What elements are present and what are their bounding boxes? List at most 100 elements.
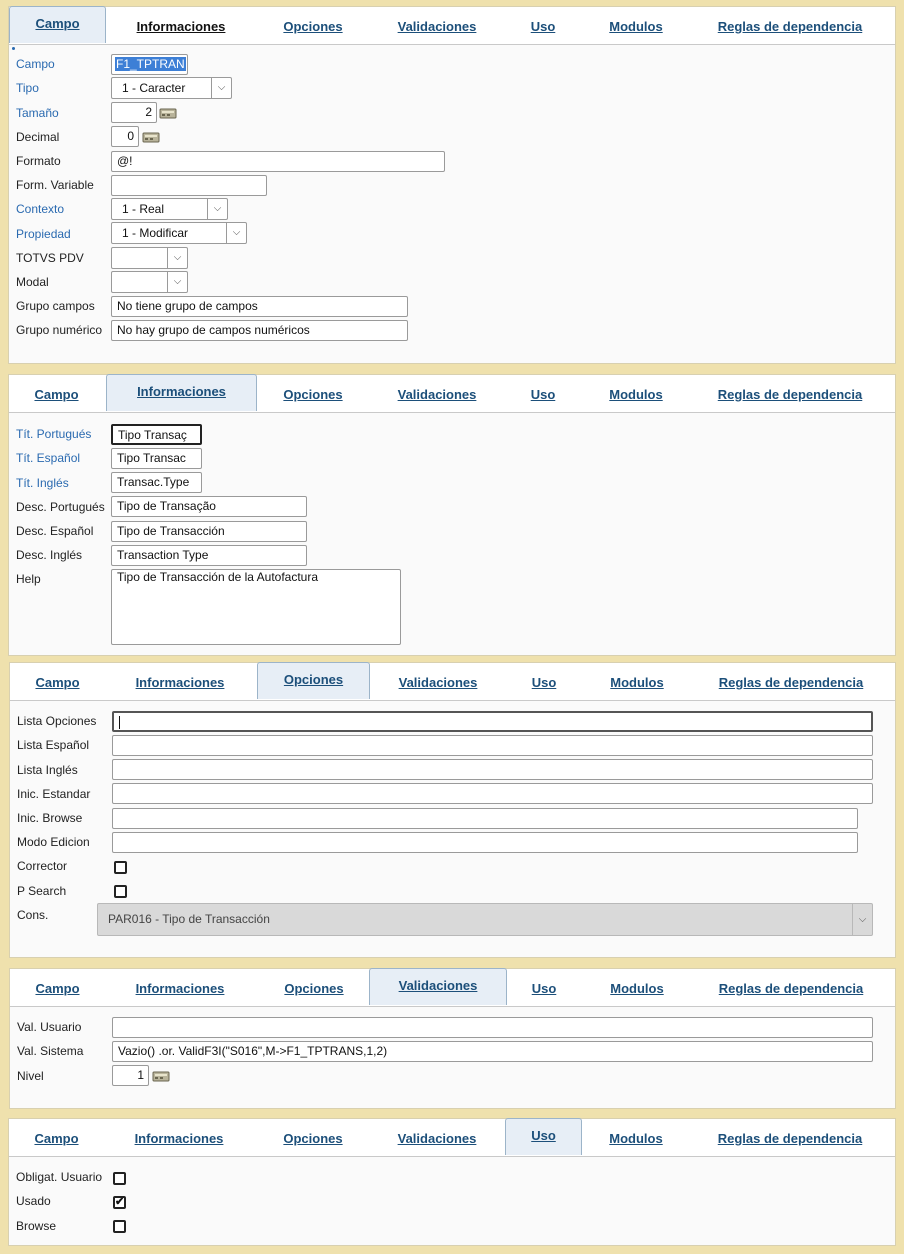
tit-en-label: Tít. Inglés <box>16 476 69 490</box>
tab-uso[interactable]: Uso <box>524 663 564 701</box>
grupo-campos-field[interactable]: No tiene grupo de campos <box>111 296 408 317</box>
contexto-select[interactable]: 1 - Real ⌵ <box>111 198 228 220</box>
tab-informaciones[interactable]: Informaciones <box>120 663 240 701</box>
tab-uso[interactable]: Uso <box>524 969 564 1007</box>
tab-campo[interactable]: Campo <box>19 375 94 413</box>
lista-opciones-field[interactable] <box>112 711 873 732</box>
cons-label: Cons. <box>17 908 49 922</box>
tab-validaciones[interactable]: Validaciones <box>388 663 488 701</box>
desc-es-field[interactable]: Tipo de Transacción <box>111 521 307 542</box>
modo-edicion-field[interactable] <box>112 832 858 853</box>
chevron-down-icon: ⌵ <box>167 248 187 268</box>
tab-modulos[interactable]: Modulos <box>600 969 674 1007</box>
help-label: Help <box>16 572 41 586</box>
tab-opciones[interactable]: Opciones <box>273 7 353 45</box>
formato-field[interactable]: @! <box>111 151 445 172</box>
grupo-numerico-label: Grupo numérico <box>16 323 103 337</box>
text-cursor <box>119 716 120 730</box>
chevron-down-icon: ⌵ <box>207 199 227 219</box>
tab-informaciones[interactable]: Informaciones <box>121 7 241 45</box>
usado-label: Usado <box>16 1194 51 1208</box>
totvs-select[interactable]: ⌵ <box>111 247 188 269</box>
browse-label: Browse <box>16 1219 57 1233</box>
tab-bar: Campo Informaciones Opciones Validacione… <box>9 1118 895 1157</box>
modo-edicion-label: Modo Edicion <box>17 835 90 849</box>
tab-reglas[interactable]: Reglas de dependencia <box>706 663 876 701</box>
tab-uso[interactable]: Uso <box>523 375 563 413</box>
val-sistema-label: Val. Sistema <box>17 1044 84 1058</box>
panel-informaciones: Campo Informaciones Opciones Validacione… <box>8 374 896 656</box>
obligat-checkbox[interactable] <box>113 1172 126 1185</box>
focus-dot <box>12 47 15 50</box>
propiedad-label: Propiedad <box>16 227 71 241</box>
tab-reglas[interactable]: Reglas de dependencia <box>705 375 875 413</box>
campo-value: F1_TPTRAN <box>115 57 186 71</box>
calculator-icon[interactable] <box>142 131 160 143</box>
inic-browse-label: Inic. Browse <box>17 811 83 825</box>
cons-value: PAR016 - Tipo de Transacción <box>108 912 270 926</box>
calculator-icon[interactable] <box>159 107 177 119</box>
desc-en-label: Desc. Inglés <box>16 548 83 562</box>
tipo-select[interactable]: 1 - Caracter ⌵ <box>111 77 232 99</box>
tab-validaciones[interactable]: Validaciones <box>369 968 507 1005</box>
tab-uso[interactable]: Uso <box>505 1118 582 1155</box>
modal-select[interactable]: ⌵ <box>111 271 188 293</box>
tab-informaciones[interactable]: Informaciones <box>119 1119 239 1157</box>
tab-informaciones[interactable]: Informaciones <box>106 374 257 411</box>
tab-bar: Campo Informaciones Opciones Validacione… <box>9 374 895 413</box>
p-search-checkbox[interactable] <box>114 885 127 898</box>
tit-en-field[interactable]: Transac.Type <box>111 472 202 493</box>
lista-opciones-label: Lista Opciones <box>17 714 97 728</box>
propiedad-select[interactable]: 1 - Modificar ⌵ <box>111 222 247 244</box>
campo-field[interactable]: F1_TPTRAN <box>111 54 188 75</box>
usado-checkbox[interactable]: ✔ <box>113 1196 126 1209</box>
nivel-field[interactable]: 1 <box>112 1065 149 1086</box>
tit-pt-field[interactable]: Tipo Transaç <box>111 424 202 445</box>
val-sistema-field[interactable]: Vazio() .or. ValidF3I("S016",M->F1_TPTRA… <box>112 1041 873 1062</box>
cons-select[interactable]: PAR016 - Tipo de Transacción ⌵ <box>97 903 873 936</box>
tab-campo[interactable]: Campo <box>19 1119 94 1157</box>
tab-campo[interactable]: Campo <box>20 663 95 701</box>
lista-ingles-field[interactable] <box>112 759 873 780</box>
tab-informaciones[interactable]: Informaciones <box>120 969 240 1007</box>
tit-es-field[interactable]: Tipo Transac <box>111 448 202 469</box>
tab-modulos[interactable]: Modulos <box>600 663 674 701</box>
decimal-field[interactable]: 0 <box>111 126 139 147</box>
tab-reglas[interactable]: Reglas de dependencia <box>705 1119 875 1157</box>
tab-modulos[interactable]: Modulos <box>599 1119 673 1157</box>
tab-reglas[interactable]: Reglas de dependencia <box>705 7 875 45</box>
desc-en-field[interactable]: Transaction Type <box>111 545 307 566</box>
panel-campo: Campo Informaciones Opciones Validacione… <box>8 6 896 364</box>
form-variable-field[interactable] <box>111 175 267 196</box>
tab-opciones[interactable]: Opciones <box>257 662 370 699</box>
lista-espanol-label: Lista Español <box>17 738 90 752</box>
tit-pt-label: Tít. Portugués <box>16 427 92 441</box>
tab-campo[interactable]: Campo <box>9 6 106 43</box>
corrector-checkbox[interactable] <box>114 861 127 874</box>
tab-opciones[interactable]: Opciones <box>274 969 354 1007</box>
calculator-icon[interactable] <box>152 1070 170 1082</box>
lista-espanol-field[interactable] <box>112 735 873 756</box>
tamano-field[interactable]: 2 <box>111 102 157 123</box>
tab-campo[interactable]: Campo <box>20 969 95 1007</box>
grupo-numerico-field[interactable]: No hay grupo de campos numéricos <box>111 320 408 341</box>
tab-modulos[interactable]: Modulos <box>599 7 673 45</box>
tab-uso[interactable]: Uso <box>523 7 563 45</box>
browse-checkbox[interactable] <box>113 1220 126 1233</box>
chevron-down-icon: ⌵ <box>852 904 872 935</box>
tab-reglas[interactable]: Reglas de dependencia <box>706 969 876 1007</box>
val-usuario-field[interactable] <box>112 1017 873 1038</box>
tab-validaciones[interactable]: Validaciones <box>387 7 487 45</box>
tipo-value: 1 - Caracter <box>122 81 186 95</box>
tab-validaciones[interactable]: Validaciones <box>387 375 487 413</box>
inic-browse-field[interactable] <box>112 808 858 829</box>
tab-modulos[interactable]: Modulos <box>599 375 673 413</box>
tab-bar: Campo Informaciones Opciones Validacione… <box>10 662 895 701</box>
tab-opciones[interactable]: Opciones <box>273 375 353 413</box>
help-textarea[interactable]: Tipo de Transacción de la Autofactura <box>111 569 401 645</box>
desc-pt-field[interactable]: Tipo de Transação <box>111 496 307 517</box>
chevron-down-icon: ⌵ <box>167 272 187 292</box>
tab-opciones[interactable]: Opciones <box>273 1119 353 1157</box>
inic-estandar-field[interactable] <box>112 783 873 804</box>
tab-validaciones[interactable]: Validaciones <box>387 1119 487 1157</box>
